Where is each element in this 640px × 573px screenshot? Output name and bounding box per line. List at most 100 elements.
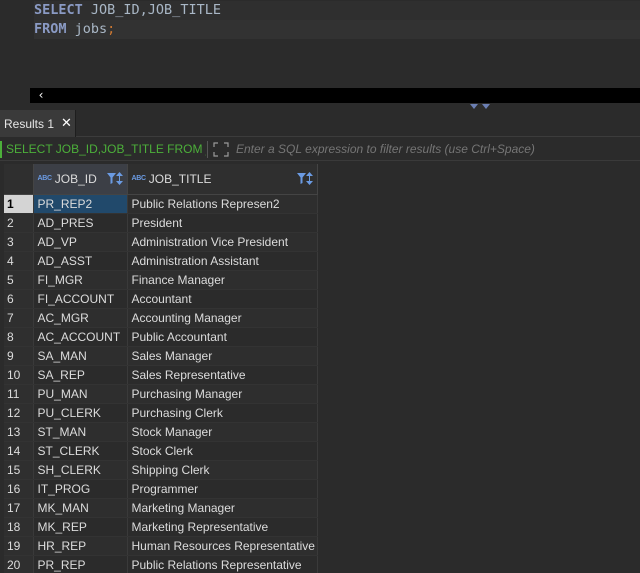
table-row[interactable]: 17 MK_MAN Marketing Manager xyxy=(4,498,318,518)
table-row[interactable]: 14 ST_CLERK Stock Clerk xyxy=(4,441,318,461)
close-icon[interactable]: ✕ xyxy=(61,117,72,130)
job-title-cell[interactable]: Programmer xyxy=(127,479,318,499)
row-number-cell[interactable]: 8 xyxy=(4,327,34,347)
active-query-label[interactable]: SELECT JOB_ID,JOB_TITLE FROM jobs xyxy=(0,141,206,158)
job-title-cell[interactable]: Accountant xyxy=(127,289,318,309)
editor-line-2[interactable]: FROM jobs; xyxy=(34,20,640,39)
table-row[interactable]: 20 PR_REP Public Relations Representative xyxy=(4,555,318,573)
job-id-cell[interactable]: SA_MAN xyxy=(33,346,128,366)
results-grid[interactable]: ABC JOB_ID ABC JOB_TITLE 1 PR_REP2 Publi… xyxy=(0,162,640,573)
table-row[interactable]: 19 HR_REP Human Resources Representative xyxy=(4,536,318,556)
column-header-job-id[interactable]: ABC JOB_ID xyxy=(33,164,128,195)
job-title-cell[interactable]: Purchasing Clerk xyxy=(127,403,318,423)
job-title-cell[interactable]: President xyxy=(127,213,318,233)
job-id-cell[interactable]: AD_PRES xyxy=(33,213,128,233)
row-number-cell[interactable]: 19 xyxy=(4,536,34,556)
tab-results-1[interactable]: Results 1 ✕ xyxy=(0,110,76,137)
table-row[interactable]: 2 AD_PRES President xyxy=(4,213,318,233)
row-number-cell[interactable]: 17 xyxy=(4,498,34,518)
job-id-cell[interactable]: PR_REP2 xyxy=(33,194,128,214)
scroll-left-arrow-icon[interactable]: ‹ xyxy=(34,88,48,103)
job-title-cell[interactable]: Finance Manager xyxy=(127,270,318,290)
job-id-cell[interactable]: HR_REP xyxy=(33,536,128,556)
table-row[interactable]: 9 SA_MAN Sales Manager xyxy=(4,346,318,366)
row-number-cell[interactable]: 7 xyxy=(4,308,34,328)
row-number-cell[interactable]: 16 xyxy=(4,479,34,499)
job-id-cell[interactable]: AD_VP xyxy=(33,232,128,252)
table-row[interactable]: 11 PU_MAN Purchasing Manager xyxy=(4,384,318,404)
sort-icon[interactable] xyxy=(305,172,313,188)
job-id-cell[interactable]: MK_REP xyxy=(33,517,128,537)
sql-editor[interactable]: SELECT JOB_ID,JOB_TITLE FROM jobs; ‹ xyxy=(0,0,640,104)
row-number-cell[interactable]: 11 xyxy=(4,384,34,404)
job-id-cell[interactable]: AC_ACCOUNT xyxy=(33,327,128,347)
row-number-cell[interactable]: 10 xyxy=(4,365,34,385)
job-id-cell[interactable]: MK_MAN xyxy=(33,498,128,518)
job-title-cell[interactable]: Public Relations Representative xyxy=(127,555,318,573)
table-row[interactable]: 3 AD_VP Administration Vice President xyxy=(4,232,318,252)
job-title-cell[interactable]: Sales Manager xyxy=(127,346,318,366)
row-number-cell[interactable]: 13 xyxy=(4,422,34,442)
editor-horizontal-scrollbar[interactable]: ‹ xyxy=(30,88,640,103)
job-id-cell[interactable]: PU_CLERK xyxy=(33,403,128,423)
job-title-cell[interactable]: Administration Assistant xyxy=(127,251,318,271)
job-id-cell[interactable]: AD_ASST xyxy=(33,251,128,271)
job-id-cell[interactable]: SH_CLERK xyxy=(33,460,128,480)
table-row[interactable]: 15 SH_CLERK Shipping Clerk xyxy=(4,460,318,480)
job-id-cell[interactable]: PR_REP xyxy=(33,555,128,573)
row-number-cell[interactable]: 4 xyxy=(4,251,34,271)
job-id-cell[interactable]: SA_REP xyxy=(33,365,128,385)
job-id-cell[interactable]: ST_MAN xyxy=(33,422,128,442)
row-number-cell[interactable]: 2 xyxy=(4,213,34,233)
row-number-cell[interactable]: 6 xyxy=(4,289,34,309)
job-title-cell[interactable]: Sales Representative xyxy=(127,365,318,385)
job-title-cell[interactable]: Shipping Clerk xyxy=(127,460,318,480)
table-row[interactable]: 13 ST_MAN Stock Manager xyxy=(4,422,318,442)
job-title-cell[interactable]: Public Relations Represen2 xyxy=(127,194,318,214)
job-title-cell[interactable]: Stock Manager xyxy=(127,422,318,442)
table-row[interactable]: 16 IT_PROG Programmer xyxy=(4,479,318,499)
job-title-cell[interactable]: Human Resources Representative xyxy=(127,536,318,556)
table-row[interactable]: 5 FI_MGR Finance Manager xyxy=(4,270,318,290)
row-number-cell[interactable]: 14 xyxy=(4,441,34,461)
column-header-job-title[interactable]: ABC JOB_TITLE xyxy=(127,164,318,195)
job-title-cell[interactable]: Stock Clerk xyxy=(127,441,318,461)
sql-table-name: jobs xyxy=(66,21,108,37)
job-id-cell[interactable]: AC_MGR xyxy=(33,308,128,328)
filter-icon[interactable] xyxy=(106,173,116,187)
filter-icon[interactable] xyxy=(296,173,306,187)
row-number-cell[interactable]: 1 xyxy=(4,194,34,214)
job-id-cell[interactable]: FI_MGR xyxy=(33,270,128,290)
table-row[interactable]: 4 AD_ASST Administration Assistant xyxy=(4,251,318,271)
table-row[interactable]: 8 AC_ACCOUNT Public Accountant xyxy=(4,327,318,347)
job-title-cell[interactable]: Marketing Representative xyxy=(127,517,318,537)
filter-separator xyxy=(207,141,208,158)
filter-expression-input[interactable] xyxy=(234,138,640,160)
table-row[interactable]: 18 MK_REP Marketing Representative xyxy=(4,517,318,537)
editor-line-1[interactable]: SELECT JOB_ID,JOB_TITLE xyxy=(34,1,640,20)
row-number-cell[interactable]: 5 xyxy=(4,270,34,290)
row-number-cell[interactable]: 18 xyxy=(4,517,34,537)
table-row[interactable]: 7 AC_MGR Accounting Manager xyxy=(4,308,318,328)
job-id-cell[interactable]: IT_PROG xyxy=(33,479,128,499)
job-title-cell[interactable]: Administration Vice President xyxy=(127,232,318,252)
sort-icon[interactable] xyxy=(115,172,123,188)
row-number-cell[interactable]: 3 xyxy=(4,232,34,252)
job-title-cell[interactable]: Accounting Manager xyxy=(127,308,318,328)
job-id-cell[interactable]: FI_ACCOUNT xyxy=(33,289,128,309)
job-title-cell[interactable]: Marketing Manager xyxy=(127,498,318,518)
row-number-header[interactable] xyxy=(4,164,34,195)
row-number-cell[interactable]: 15 xyxy=(4,460,34,480)
job-title-cell[interactable]: Purchasing Manager xyxy=(127,384,318,404)
row-number-cell[interactable]: 20 xyxy=(4,555,34,573)
row-number-cell[interactable]: 12 xyxy=(4,403,34,423)
row-number-cell[interactable]: 9 xyxy=(4,346,34,366)
job-id-cell[interactable]: PU_MAN xyxy=(33,384,128,404)
table-row[interactable]: 6 FI_ACCOUNT Accountant xyxy=(4,289,318,309)
table-row[interactable]: 12 PU_CLERK Purchasing Clerk xyxy=(4,403,318,423)
job-title-cell[interactable]: Public Accountant xyxy=(127,327,318,347)
job-id-cell[interactable]: ST_CLERK xyxy=(33,441,128,461)
expand-filter-icon[interactable] xyxy=(213,141,229,158)
table-row[interactable]: 1 PR_REP2 Public Relations Represen2 xyxy=(4,194,318,214)
table-row[interactable]: 10 SA_REP Sales Representative xyxy=(4,365,318,385)
